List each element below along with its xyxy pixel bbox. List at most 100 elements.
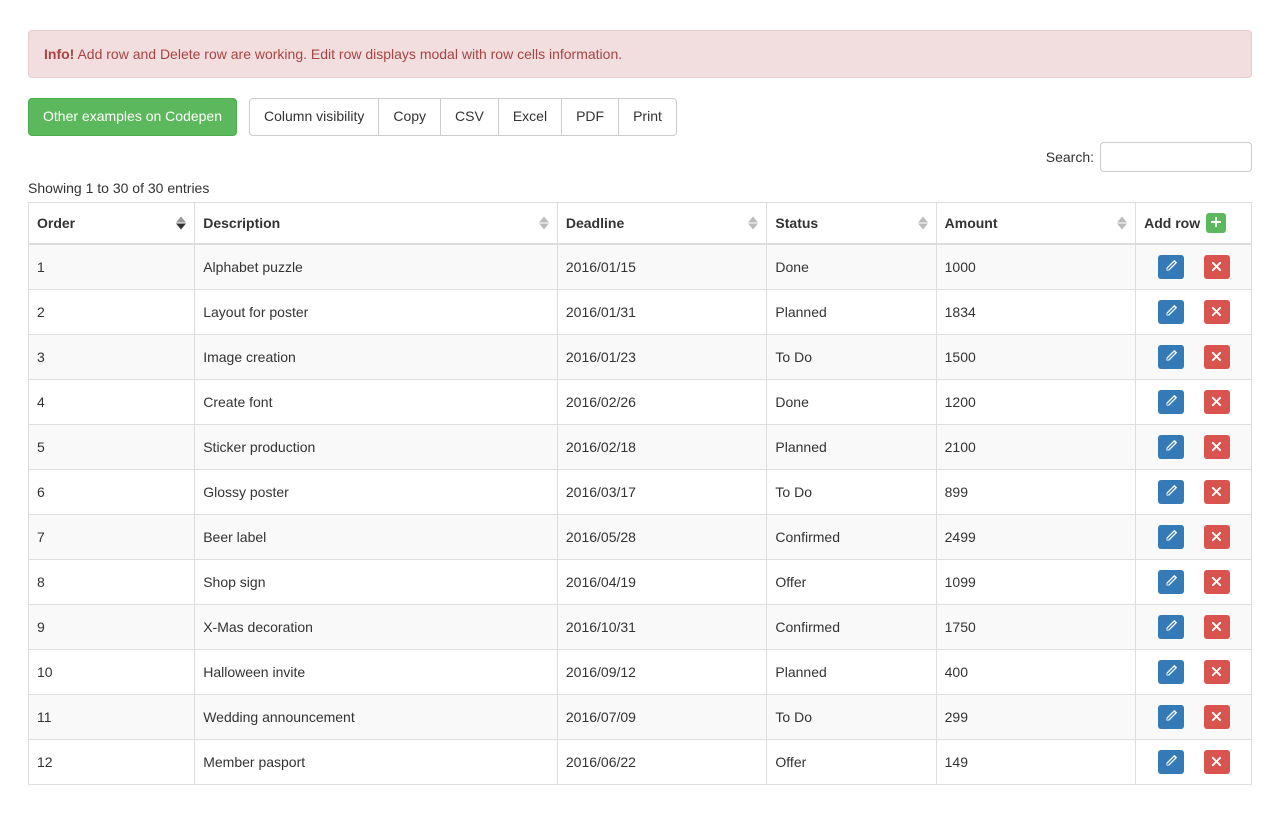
pencil-icon xyxy=(1165,574,1177,590)
edit-row-button[interactable] xyxy=(1158,570,1184,594)
edit-row-button[interactable] xyxy=(1158,480,1184,504)
cell-actions xyxy=(1136,514,1252,559)
table-row: 4Create font2016/02/26Done1200 xyxy=(29,379,1252,424)
col-header-deadline[interactable]: Deadline xyxy=(557,202,767,244)
close-icon xyxy=(1211,529,1222,545)
sort-both-icon xyxy=(539,216,549,229)
cell-order: 9 xyxy=(29,604,195,649)
cell-actions xyxy=(1136,559,1252,604)
col-header-status[interactable]: Status xyxy=(767,202,936,244)
table-row: 5Sticker production2016/02/18Planned2100 xyxy=(29,424,1252,469)
search-input[interactable] xyxy=(1100,142,1252,172)
col-header-description[interactable]: Description xyxy=(195,202,558,244)
col-header-amount-label: Amount xyxy=(945,215,998,231)
delete-row-button[interactable] xyxy=(1204,255,1230,279)
cell-deadline: 2016/02/18 xyxy=(557,424,767,469)
cell-deadline: 2016/10/31 xyxy=(557,604,767,649)
col-header-description-label: Description xyxy=(203,215,280,231)
cell-amount: 1834 xyxy=(936,289,1135,334)
delete-row-button[interactable] xyxy=(1204,345,1230,369)
cell-amount: 1000 xyxy=(936,244,1135,290)
cell-status: To Do xyxy=(767,694,936,739)
cell-status: Confirmed xyxy=(767,514,936,559)
delete-row-button[interactable] xyxy=(1204,480,1230,504)
edit-row-button[interactable] xyxy=(1158,345,1184,369)
close-icon xyxy=(1211,664,1222,680)
pencil-icon xyxy=(1165,439,1177,455)
edit-row-button[interactable] xyxy=(1158,390,1184,414)
cell-amount: 2499 xyxy=(936,514,1135,559)
cell-deadline: 2016/05/28 xyxy=(557,514,767,559)
delete-row-button[interactable] xyxy=(1204,615,1230,639)
pdf-button[interactable]: PDF xyxy=(561,98,619,136)
cell-status: Offer xyxy=(767,739,936,784)
delete-row-button[interactable] xyxy=(1204,570,1230,594)
search-label: Search: xyxy=(1046,149,1094,165)
cell-order: 5 xyxy=(29,424,195,469)
cell-description: Halloween invite xyxy=(195,649,558,694)
cell-status: Offer xyxy=(767,559,936,604)
table-row: 9X-Mas decoration2016/10/31Confirmed1750 xyxy=(29,604,1252,649)
column-visibility-button[interactable]: Column visibility xyxy=(249,98,379,136)
edit-row-button[interactable] xyxy=(1158,750,1184,774)
delete-row-button[interactable] xyxy=(1204,390,1230,414)
delete-row-button[interactable] xyxy=(1204,300,1230,324)
cell-order: 4 xyxy=(29,379,195,424)
cell-order: 1 xyxy=(29,244,195,290)
cell-description: Sticker production xyxy=(195,424,558,469)
col-header-status-label: Status xyxy=(775,215,818,231)
table-row: 11Wedding announcement2016/07/09To Do299 xyxy=(29,694,1252,739)
cell-deadline: 2016/01/15 xyxy=(557,244,767,290)
edit-row-button[interactable] xyxy=(1158,525,1184,549)
alert-tag: Info! xyxy=(44,46,74,62)
info-alert: Info! Add row and Delete row are working… xyxy=(28,30,1252,78)
cell-status: Confirmed xyxy=(767,604,936,649)
pencil-icon xyxy=(1165,304,1177,320)
close-icon xyxy=(1211,394,1222,410)
cell-description: Create font xyxy=(195,379,558,424)
delete-row-button[interactable] xyxy=(1204,705,1230,729)
add-row-button[interactable] xyxy=(1206,213,1226,233)
print-button[interactable]: Print xyxy=(618,98,677,136)
delete-row-button[interactable] xyxy=(1204,435,1230,459)
delete-row-button[interactable] xyxy=(1204,525,1230,549)
cell-actions xyxy=(1136,379,1252,424)
alert-text: Add row and Delete row are working. Edit… xyxy=(74,46,622,62)
cell-deadline: 2016/04/19 xyxy=(557,559,767,604)
cell-actions xyxy=(1136,334,1252,379)
cell-order: 11 xyxy=(29,694,195,739)
delete-row-button[interactable] xyxy=(1204,660,1230,684)
col-header-deadline-label: Deadline xyxy=(566,215,624,231)
pencil-icon xyxy=(1165,529,1177,545)
col-header-order-label: Order xyxy=(37,215,75,231)
cell-status: Planned xyxy=(767,424,936,469)
cell-actions xyxy=(1136,289,1252,334)
col-header-amount[interactable]: Amount xyxy=(936,202,1135,244)
close-icon xyxy=(1211,484,1222,500)
cell-order: 6 xyxy=(29,469,195,514)
copy-button[interactable]: Copy xyxy=(378,98,441,136)
csv-button[interactable]: CSV xyxy=(440,98,499,136)
export-button-group: Column visibility Copy CSV Excel PDF Pri… xyxy=(249,98,677,136)
edit-row-button[interactable] xyxy=(1158,300,1184,324)
close-icon xyxy=(1211,304,1222,320)
edit-row-button[interactable] xyxy=(1158,255,1184,279)
excel-button[interactable]: Excel xyxy=(498,98,562,136)
cell-status: Planned xyxy=(767,289,936,334)
codepen-link[interactable]: Other examples on Codepen xyxy=(28,98,237,136)
cell-amount: 2100 xyxy=(936,424,1135,469)
cell-deadline: 2016/06/22 xyxy=(557,739,767,784)
delete-row-button[interactable] xyxy=(1204,750,1230,774)
pencil-icon xyxy=(1165,709,1177,725)
edit-row-button[interactable] xyxy=(1158,435,1184,459)
edit-row-button[interactable] xyxy=(1158,615,1184,639)
edit-row-button[interactable] xyxy=(1158,660,1184,684)
edit-row-button[interactable] xyxy=(1158,705,1184,729)
cell-amount: 899 xyxy=(936,469,1135,514)
cell-order: 2 xyxy=(29,289,195,334)
cell-description: Alphabet puzzle xyxy=(195,244,558,290)
sort-both-icon xyxy=(918,216,928,229)
cell-description: Image creation xyxy=(195,334,558,379)
cell-deadline: 2016/01/23 xyxy=(557,334,767,379)
col-header-order[interactable]: Order xyxy=(29,202,195,244)
